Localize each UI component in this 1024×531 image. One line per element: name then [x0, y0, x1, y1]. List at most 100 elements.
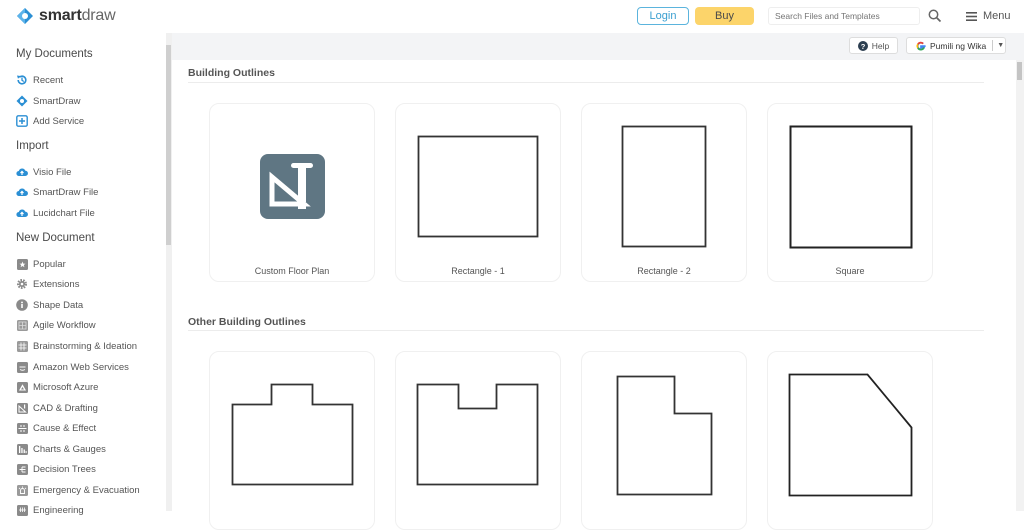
main-scrollbar-track[interactable] [1016, 60, 1024, 511]
tree-icon [16, 463, 28, 475]
sidebar-item-emergency[interactable]: Emergency & Evacuation [16, 483, 140, 497]
sidebar-item-extensions[interactable]: Extensions [16, 277, 79, 291]
sidebar-item-aws[interactable]: Amazon Web Services [16, 360, 129, 374]
template-card-rectangle-2[interactable]: Rectangle - 2 [581, 103, 747, 282]
sidebar-item-label: Charts & Gauges [33, 443, 106, 455]
agile-icon [16, 319, 28, 331]
smartdraw-logo[interactable]: smartdraw [16, 7, 116, 25]
sidebar-item-label: Extensions [33, 278, 80, 290]
rectangle-portrait-shape [621, 125, 707, 248]
svg-text:?: ? [860, 41, 865, 50]
sidebar-heading-new-document: New Document [16, 232, 95, 244]
sidebar-item-label: Popular [33, 258, 66, 270]
sidebar-heading-import: Import [16, 140, 49, 152]
sidebar-item-shape-data[interactable]: Shape Data [16, 298, 83, 312]
card-label: Square [835, 266, 865, 276]
language-selector[interactable]: Pumili ng Wika ▼ [906, 37, 1006, 54]
brand-name: smartdraw [39, 7, 116, 24]
template-card-rectangle-1[interactable]: Rectangle - 1 [395, 103, 561, 282]
outline-notch-top-shape [416, 383, 539, 486]
smartdraw-icon [16, 95, 28, 107]
buy-button[interactable]: Buy [695, 7, 754, 25]
sidebar-item-label: Visio File [33, 166, 72, 178]
help-icon: ? [857, 40, 868, 51]
outline-bump-top-shape [231, 383, 354, 486]
cloud-upload-icon [16, 207, 28, 219]
sidebar-item-label: Engineering [33, 504, 84, 516]
sidebar-item-visio-file[interactable]: Visio File [16, 165, 71, 179]
chevron-down-icon: ▼ [997, 42, 1005, 49]
grid-icon [16, 340, 28, 352]
sidebar-item-charts-gauges[interactable]: Charts & Gauges [16, 442, 106, 456]
sidebar-item-smartdraw-file[interactable]: SmartDraw File [16, 185, 98, 199]
sidebar-item-label: Shape Data [33, 299, 84, 311]
sidebar-item-brainstorming[interactable]: Brainstorming & Ideation [16, 339, 137, 353]
google-icon [916, 41, 926, 50]
section-divider [188, 82, 984, 83]
cloud-upload-icon [16, 166, 28, 178]
template-card-outline-notch-top[interactable] [395, 351, 561, 530]
sidebar-item-label: Emergency & Evacuation [33, 484, 140, 496]
template-card-outline-chamfer[interactable] [767, 351, 933, 530]
sidebar-item-azure[interactable]: Microsoft Azure [16, 380, 98, 394]
sidebar-item-cad-drafting[interactable]: CAD & Drafting [16, 401, 98, 415]
sidebar-item-cause-effect[interactable]: Cause & Effect [16, 421, 96, 435]
sidebar-scrollbar-thumb[interactable] [166, 45, 171, 245]
language-label: Pumili ng Wika [930, 40, 987, 51]
outline-l-step-shape [616, 375, 713, 496]
card-label: Custom Floor Plan [254, 266, 330, 276]
sidebar-item-label: Amazon Web Services [33, 361, 129, 373]
sidebar-item-label: CAD & Drafting [33, 402, 98, 414]
sidebar-item-agile-workflow[interactable]: Agile Workflow [16, 318, 96, 332]
star-icon [16, 258, 28, 270]
section-title-building-outlines: Building Outlines [188, 67, 275, 79]
search-icon[interactable] [928, 9, 942, 23]
sidebar-item-label: SmartDraw [33, 95, 81, 107]
main-scrollbar-thumb[interactable] [1017, 62, 1022, 80]
menu-label: Menu [983, 10, 1011, 22]
template-card-custom-floor-plan[interactable]: Custom Floor Plan [209, 103, 375, 282]
rectangle-landscape-shape [417, 135, 539, 238]
cad-icon [16, 402, 28, 414]
floor-plan-icon [260, 154, 325, 219]
sidebar-item-engineering[interactable]: Engineering [16, 503, 84, 517]
help-button[interactable]: ? Help [849, 37, 898, 54]
aws-icon [16, 361, 28, 373]
template-card-outline-bump-top[interactable] [209, 351, 375, 530]
menu-button[interactable]: Menu [966, 10, 1011, 22]
sidebar-item-label: Cause & Effect [33, 422, 97, 434]
sidebar-item-label: Agile Workflow [33, 319, 96, 331]
gear-icon [16, 278, 28, 290]
azure-icon [16, 381, 28, 393]
sidebar-item-label: SmartDraw File [33, 186, 99, 198]
cloud-upload-icon [16, 186, 28, 198]
square-shape [789, 125, 913, 249]
emergency-icon [16, 484, 28, 496]
sidebar-item-label: Microsoft Azure [33, 381, 99, 393]
template-card-square[interactable]: Square [767, 103, 933, 282]
sidebar-item-label: Add Service [33, 115, 85, 127]
history-icon [16, 74, 28, 86]
sidebar-item-label: Brainstorming & Ideation [33, 340, 138, 352]
sidebar-heading-my-documents: My Documents [16, 48, 93, 60]
bar-chart-icon [16, 443, 28, 455]
engineering-icon [16, 504, 28, 516]
section-title-other-building-outlines: Other Building Outlines [188, 316, 306, 328]
search-input[interactable] [768, 7, 920, 25]
sidebar-item-label: Lucidchart File [33, 207, 95, 219]
login-button[interactable]: Login [637, 7, 689, 25]
sidebar-item-label: Decision Trees [33, 463, 96, 475]
fishbone-icon [16, 422, 28, 434]
sidebar-item-lucidchart-file[interactable]: Lucidchart File [16, 206, 95, 220]
sidebar-item-recent[interactable]: Recent [16, 73, 63, 87]
sidebar-item-popular[interactable]: Popular [16, 257, 66, 271]
sidebar-item-decision-trees[interactable]: Decision Trees [16, 462, 96, 476]
sidebar-item-add-service[interactable]: Add Service [16, 114, 84, 128]
language-divider [992, 40, 994, 51]
sidebar-item-smartdraw[interactable]: SmartDraw [16, 94, 81, 108]
outline-chamfer-shape [788, 373, 913, 497]
top-bar: smartdraw Login Buy Menu [0, 0, 1024, 33]
card-label: Rectangle - 1 [451, 266, 505, 276]
template-card-outline-l-step[interactable] [581, 351, 747, 530]
sidebar-item-label: Recent [33, 74, 64, 86]
